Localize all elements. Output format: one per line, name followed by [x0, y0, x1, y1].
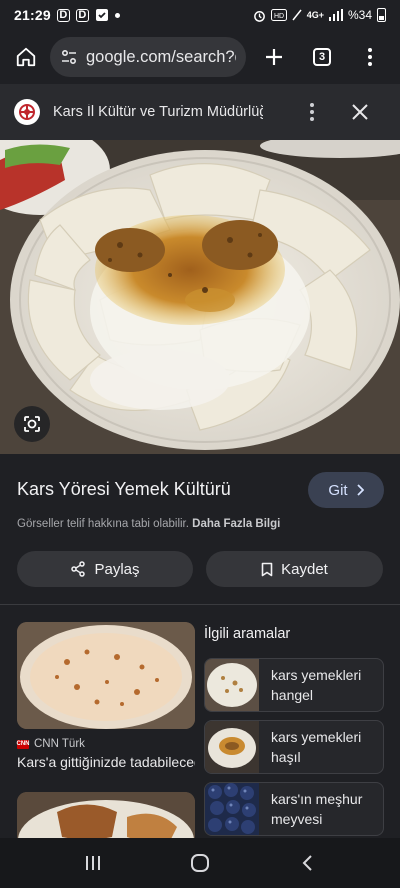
new-tab-button[interactable] [250, 33, 298, 81]
result-caption[interactable]: Kars'a gittiğinizde tadabileceğiniz lezz… [17, 754, 195, 770]
more-vert-icon [310, 103, 314, 107]
save-label: Kaydet [281, 560, 328, 578]
wifi-calling-icon [292, 9, 302, 21]
related-searches-heading: İlgili aramalar [204, 626, 291, 642]
close-icon [352, 104, 368, 120]
more-notifications-dot [114, 12, 120, 18]
source-site-name: Kars İl Kültür ve Turizm Müdürlüğü [53, 104, 263, 120]
visit-label: Git [328, 481, 348, 499]
save-button[interactable]: Kaydet [206, 551, 383, 587]
image-title[interactable]: Kars Yöresi Yemek Kültürü [17, 479, 231, 500]
notification-icon: D [75, 8, 89, 22]
status-time: 21:29 [14, 7, 51, 23]
close-button[interactable] [344, 96, 376, 128]
svg-text:HD: HD [274, 13, 284, 20]
related-search-label: kars'ın meşhur meyvesi [271, 791, 363, 827]
site-favicon [14, 99, 40, 125]
recent-apps-button[interactable] [63, 843, 123, 883]
back-button[interactable] [277, 843, 337, 883]
copyright-notice: Görseller telif hakkına tabi olabilir. D… [17, 518, 280, 530]
cnn-logo-icon: CNN [16, 739, 30, 749]
battery-percent: %34 [347, 8, 372, 22]
related-results: CNN CNN Türk Kars'a gittiğinizde tadabil… [0, 605, 400, 838]
chevron-right-icon [356, 484, 364, 496]
home-nav-button[interactable] [170, 843, 230, 883]
lens-icon [24, 416, 40, 432]
related-search-label: kars yemekleri hangel [271, 667, 362, 703]
related-search-item[interactable]: kars yemekleri hangel [204, 658, 384, 712]
system-nav-bar [0, 838, 400, 888]
food-photo [0, 140, 400, 454]
home-button[interactable] [2, 33, 50, 81]
image-source-bar[interactable]: Kars İl Kültür ve Turizm Müdürlüğü [0, 84, 400, 140]
alarm-icon [253, 10, 265, 22]
result-source: CNN CNN Türk [17, 738, 195, 750]
result-card[interactable]: CNN CNN Türk Kars'a gittiğinizde tadabil… [17, 622, 195, 770]
related-thumbnail [205, 721, 259, 773]
result-thumbnail[interactable] [17, 792, 195, 838]
tab-count: 3 [313, 48, 331, 66]
home-circle-icon [190, 854, 209, 872]
hero-image[interactable] [0, 140, 400, 454]
network-type: 4G+ [306, 10, 324, 20]
more-vert-icon [368, 48, 372, 52]
result-source-name: CNN Türk [34, 738, 85, 750]
battery-icon [377, 8, 386, 22]
visit-button[interactable]: Git [308, 472, 384, 508]
copyright-text: Görseller telif hakkına tabi olabilir. [17, 518, 189, 530]
plus-icon [266, 49, 282, 65]
browser-toolbar: google.com/search?q 3 [0, 30, 400, 84]
browser-menu-button[interactable] [346, 33, 394, 81]
address-bar[interactable]: google.com/search?q [50, 37, 246, 77]
tab-switcher-button[interactable]: 3 [298, 33, 346, 81]
home-icon [16, 47, 36, 67]
notification-icon: D [56, 8, 70, 22]
related-search-item[interactable]: kars'ın meşhur meyvesi [204, 782, 384, 836]
signal-icon [328, 9, 343, 21]
hd-icon: HD [270, 9, 287, 21]
tune-icon[interactable] [60, 48, 78, 66]
share-icon [71, 561, 86, 577]
status-bar: 21:29 D D HD 4G+ %34 [0, 0, 400, 30]
checkbox-notification-icon [95, 9, 108, 21]
share-button[interactable]: Paylaş [17, 551, 193, 587]
result-thumbnail[interactable] [17, 622, 195, 729]
recents-icon [86, 856, 101, 870]
source-more-button[interactable] [302, 98, 322, 126]
image-info-panel: Kars Yöresi Yemek Kültürü Git Görseller … [0, 454, 400, 604]
related-search-item[interactable]: kars yemekleri haşıl [204, 720, 384, 774]
google-lens-button[interactable] [14, 406, 50, 442]
back-icon [302, 855, 312, 871]
related-search-label: kars yemekleri haşıl [271, 729, 362, 765]
bookmark-icon [261, 562, 273, 576]
share-label: Paylaş [94, 560, 140, 578]
related-thumbnail [205, 783, 259, 835]
related-thumbnail [205, 659, 259, 711]
learn-more-link[interactable]: Daha Fazla Bilgi [192, 518, 280, 530]
url-text: google.com/search?q [86, 47, 236, 66]
